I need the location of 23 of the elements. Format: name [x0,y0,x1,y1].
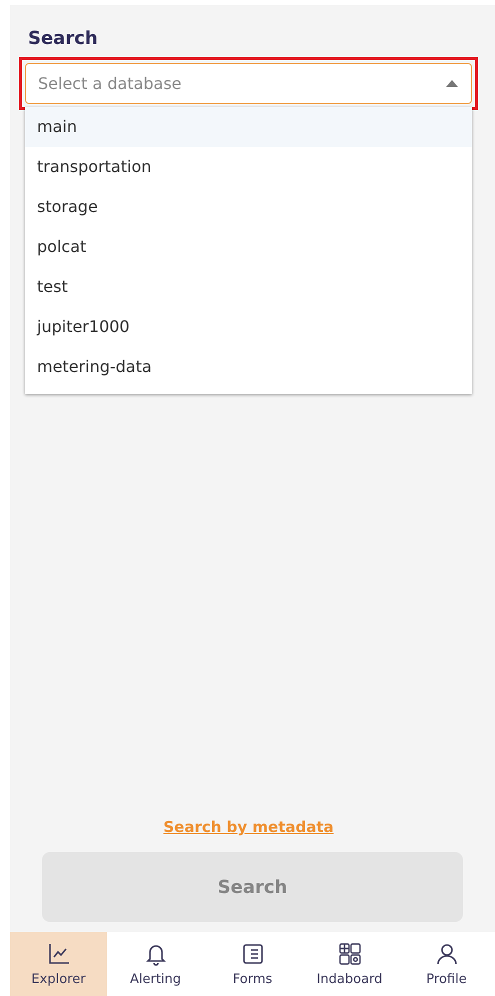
dropdown-option[interactable]: polcat [25,227,472,267]
dropdown-option[interactable]: storage [25,187,472,227]
nav-tab[interactable]: Indaboard [301,932,398,996]
dropdown-option[interactable]: main [25,107,472,147]
nav-label: Forms [232,972,272,986]
nav-label: Alerting [130,972,182,986]
nav-label: Profile [426,972,467,986]
dropdown-option[interactable]: test [25,267,472,307]
dropdown-option[interactable]: transportation [25,147,472,187]
user-icon [434,942,458,966]
nav-tab[interactable]: Profile [398,932,495,996]
nav-tab[interactable]: Forms [204,932,301,996]
line-chart-icon [46,942,70,966]
nav-label: Indaboard [316,972,382,986]
list-icon [240,942,264,966]
grid-icon [338,942,362,966]
section-title: Search [28,28,99,49]
nav-tab[interactable]: Alerting [107,932,204,996]
nav-tab[interactable]: Explorer [10,932,107,996]
nav-label: Explorer [31,972,86,986]
database-select[interactable]: Select a database [25,63,472,104]
dropdown-option[interactable]: jupiter1000 [25,307,472,347]
dropdown-option[interactable]: metering-data [25,347,472,387]
